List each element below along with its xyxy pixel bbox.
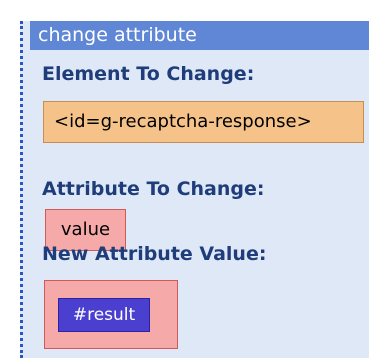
element-to-change-label: Element To Change:: [42, 63, 255, 85]
new-attribute-value-slot[interactable]: #result: [44, 280, 178, 349]
new-attribute-value-label: New Attribute Value:: [42, 243, 267, 265]
element-to-change-slot[interactable]: <id=g-recaptcha-response>: [43, 101, 364, 143]
block-title[interactable]: change attribute: [30, 21, 369, 50]
attribute-to-change-label: Attribute To Change:: [42, 178, 265, 200]
result-variable-chip[interactable]: #result: [58, 298, 150, 332]
change-attribute-block[interactable]: change attribute Element To Change: <id=…: [20, 21, 369, 358]
